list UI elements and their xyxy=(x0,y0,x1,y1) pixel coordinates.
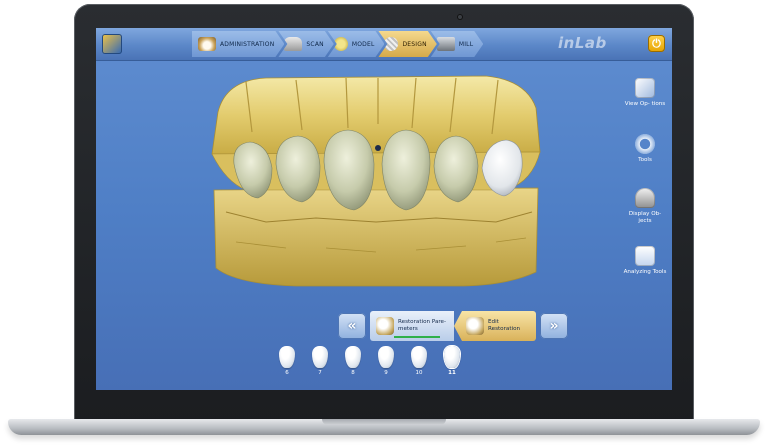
jaw-model-viewport[interactable] xyxy=(206,72,542,288)
tooth-10[interactable]: 10 xyxy=(408,346,430,376)
phase-restoration-parameters[interactable]: Restoration Pare- meters xyxy=(370,311,454,341)
phase-label: Restoration Pare- meters xyxy=(398,319,447,332)
step-label: SCAN xyxy=(306,40,324,48)
display-objects-icon xyxy=(635,188,655,208)
power-icon: ⏻ xyxy=(652,37,661,50)
upper-model xyxy=(211,75,541,155)
design-icon xyxy=(384,37,398,51)
phase-label: Edit Restoration xyxy=(488,319,521,332)
tooth-11[interactable]: 11 xyxy=(441,346,463,376)
camera-icon xyxy=(457,14,463,20)
tools-ring-icon xyxy=(635,134,655,154)
workflow-bar: ADMINISTRATION SCAN MODEL DESIGN MILL in… xyxy=(96,28,672,61)
next-phase-button[interactable]: » xyxy=(540,313,568,339)
inlab-logo: inLab xyxy=(558,34,607,52)
step-label: DESIGN xyxy=(402,40,427,48)
milling-machine-icon xyxy=(437,37,455,51)
tool-label: Tools xyxy=(638,157,652,163)
step-mill[interactable]: MILL xyxy=(431,31,483,57)
analyzing-tools-button[interactable]: Analyzing Tools xyxy=(622,246,668,276)
power-button[interactable]: ⏻ xyxy=(648,35,665,52)
view-options-button[interactable]: View Op- tions xyxy=(622,78,668,108)
lower-model xyxy=(213,187,539,287)
app-screen: ADMINISTRATION SCAN MODEL DESIGN MILL in… xyxy=(96,28,672,390)
tool-label: Display Ob- jects xyxy=(628,211,662,224)
step-design[interactable]: DESIGN xyxy=(378,31,436,57)
analyzing-tools-icon xyxy=(635,246,655,266)
tooth-icon xyxy=(312,346,328,368)
tools-button[interactable]: Tools xyxy=(622,134,668,164)
tooth-icon xyxy=(411,346,427,368)
laptop-notch xyxy=(322,419,446,425)
scanner-icon xyxy=(284,37,302,51)
tooth-icon xyxy=(279,346,295,368)
workflow-steps: ADMINISTRATION SCAN MODEL DESIGN MILL xyxy=(192,31,477,57)
edit-restoration-thumb-icon xyxy=(466,317,484,335)
tool-label: View Op- tions xyxy=(624,101,666,107)
patient-admin-icon xyxy=(198,37,216,51)
phase-progress-bar xyxy=(394,336,440,338)
app-logo-icon[interactable] xyxy=(102,34,122,54)
double-chevron-right-icon: » xyxy=(549,318,559,334)
tooth-6[interactable]: 6 xyxy=(276,346,298,376)
restoration-thumb-icon xyxy=(376,317,394,335)
step-label: MODEL xyxy=(351,40,375,48)
phase-bar: « Restoration Pare- meters Edit Restorat… xyxy=(338,309,568,343)
tooth-number: 11 xyxy=(448,370,456,376)
step-label: ADMINISTRATION xyxy=(220,40,275,48)
tooth-7[interactable]: 7 xyxy=(309,346,331,376)
tooth-number: 8 xyxy=(351,370,355,376)
tooth-9[interactable]: 9 xyxy=(375,346,397,376)
display-objects-button[interactable]: Display Ob- jects xyxy=(622,188,668,225)
tooth-number: 9 xyxy=(384,370,388,376)
tooth-number: 10 xyxy=(415,370,423,376)
step-label: MILL xyxy=(458,40,474,48)
tooth-icon xyxy=(444,346,460,368)
double-chevron-left-icon: « xyxy=(347,318,357,334)
tooth-icon xyxy=(378,346,394,368)
tooth-icon xyxy=(345,346,361,368)
tooth-number: 7 xyxy=(318,370,322,376)
tool-label: Analyzing Tools xyxy=(623,269,667,275)
model-icon xyxy=(334,37,348,51)
tooth-number: 6 xyxy=(285,370,289,376)
step-scan[interactable]: SCAN xyxy=(278,31,333,57)
step-administration[interactable]: ADMINISTRATION xyxy=(192,31,284,57)
previous-phase-button[interactable]: « xyxy=(338,313,366,339)
tooth-selector: 6 7 8 9 10 11 xyxy=(276,346,466,386)
view-options-icon xyxy=(635,78,655,98)
tooth-8[interactable]: 8 xyxy=(342,346,364,376)
phase-edit-restoration[interactable]: Edit Restoration xyxy=(454,311,536,341)
step-model[interactable]: MODEL xyxy=(328,31,385,57)
